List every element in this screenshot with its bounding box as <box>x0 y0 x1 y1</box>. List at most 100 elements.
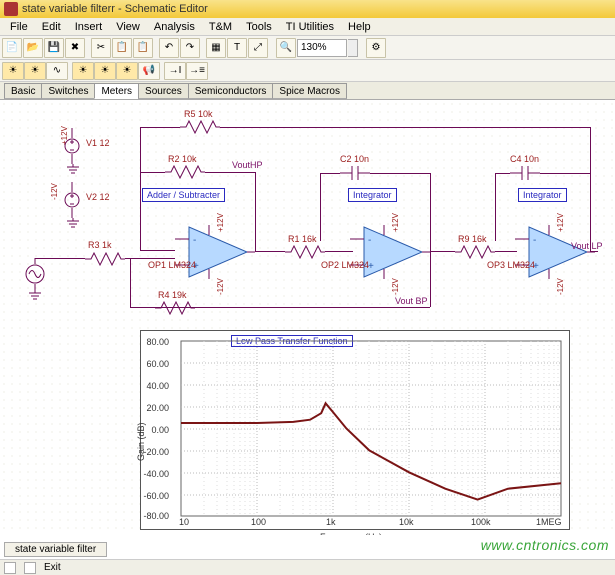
label-r9: R9 16k <box>458 234 487 244</box>
label-r5: R5 10k <box>184 109 213 119</box>
resistor-r3[interactable] <box>85 252 125 266</box>
toolbar-btn-6[interactable]: 📋 <box>112 38 132 58</box>
schematic-canvas[interactable]: +12V V1 12 -12V V2 12 R3 1k R5 10k R2 10… <box>0 100 615 535</box>
net-op3-p12: +12V <box>556 213 565 232</box>
net-op2-p12: +12V <box>391 213 400 232</box>
label-r1: R1 16k <box>288 234 317 244</box>
doc-tab[interactable]: state variable filter <box>4 542 107 557</box>
ana-btn-1[interactable]: ☀ <box>2 62 24 80</box>
toolbar-main: 📄 📂 💾 ✖ ✂ 📋 📋 ↶ ↷ ▦ T ⤢ 🔍 130% ⚙ <box>0 36 615 60</box>
app-icon <box>4 2 18 16</box>
source-sine[interactable] <box>24 258 46 293</box>
gnd-2 <box>66 218 80 231</box>
zoom-out-icon[interactable]: 🔍 <box>276 38 296 58</box>
vsrc-v2[interactable] <box>60 182 84 221</box>
ana-btn-3[interactable]: ∿ <box>46 62 68 80</box>
tab-switches[interactable]: Switches <box>41 83 95 99</box>
menu-analysis[interactable]: Analysis <box>148 20 201 34</box>
menu-bar: File Edit Insert View Analysis T&M Tools… <box>0 18 615 36</box>
resistor-r2[interactable] <box>165 165 205 179</box>
node-vouthp: VoutHP <box>232 160 263 170</box>
vsrc-v1[interactable] <box>60 128 84 167</box>
label-v2: V2 12 <box>86 192 110 202</box>
toolbar-btn-8[interactable]: ↶ <box>159 38 179 58</box>
label-op1: OP1 LM324 <box>148 260 196 270</box>
tab-sources[interactable]: Sources <box>138 83 189 99</box>
svg-text:-: - <box>533 235 536 246</box>
toolbar-btn-11[interactable]: T <box>227 38 247 58</box>
plot-area[interactable]: Low Pass Transfer Function 80.00 60.00 4… <box>140 330 570 530</box>
toolbar-btn-10[interactable]: ▦ <box>206 38 226 58</box>
menu-tools[interactable]: Tools <box>240 20 278 34</box>
opamp-op1[interactable]: - + <box>175 225 255 279</box>
toolbar-btn-5[interactable]: ✂ <box>91 38 111 58</box>
xlabel: Frequency (Hz) <box>320 532 382 535</box>
toolbar-btn-2[interactable]: 📂 <box>23 38 43 58</box>
node-voutbp: Vout BP <box>395 296 428 306</box>
menu-file[interactable]: File <box>4 20 34 34</box>
toolbar-analysis: ☀ ☀ ∿ ☀ ☀ ☀ 📢 →I →≡ <box>0 60 615 82</box>
watermark: www.cntronics.com <box>481 537 609 553</box>
zoom-level[interactable]: 130% <box>297 39 347 57</box>
cap-c2[interactable] <box>340 165 370 184</box>
net-op3-n12: -12V <box>556 278 565 295</box>
block-int2: Integrator <box>518 188 567 202</box>
label-r4: R4 19k <box>158 290 187 300</box>
opamp-op3[interactable]: - + <box>515 225 595 279</box>
net-op1-p12: +12V <box>216 213 225 232</box>
net-op1-n12: -12V <box>216 278 225 295</box>
menu-tm[interactable]: T&M <box>203 20 238 34</box>
window-title: state variable filterr - Schematic Edito… <box>22 3 208 15</box>
toolbar-btn-3[interactable]: 💾 <box>44 38 64 58</box>
tab-basic[interactable]: Basic <box>4 83 42 99</box>
ana-btn-6[interactable]: ☀ <box>116 62 138 80</box>
toolbar-btn-9[interactable]: ↷ <box>180 38 200 58</box>
zoom-dropdown-icon[interactable] <box>348 39 358 57</box>
component-tabstrip: Basic Switches Meters Sources Semiconduc… <box>0 82 615 100</box>
resistor-r9[interactable] <box>455 245 495 259</box>
resistor-r4[interactable] <box>155 301 195 315</box>
status-icon-2[interactable] <box>24 562 36 574</box>
net-n12v-top: -12V <box>50 183 59 200</box>
svg-text:-: - <box>193 235 196 246</box>
tab-meters[interactable]: Meters <box>94 83 139 99</box>
status-icon-1[interactable] <box>4 562 16 574</box>
tab-semiconductors[interactable]: Semiconductors <box>188 83 274 99</box>
toolbar-btn-1[interactable]: 📄 <box>2 38 22 58</box>
opamp-op2[interactable]: - + <box>350 225 430 279</box>
resistor-r1[interactable] <box>285 245 325 259</box>
menu-edit[interactable]: Edit <box>36 20 67 34</box>
cap-c4[interactable] <box>510 165 540 184</box>
toolbar-btn-13[interactable]: ⚙ <box>366 38 386 58</box>
ana-btn-7[interactable]: 📢 <box>138 62 160 80</box>
title-bar: state variable filterr - Schematic Edito… <box>0 0 615 18</box>
ana-btn-8[interactable]: →I <box>164 62 186 80</box>
toolbar-btn-7[interactable]: 📋 <box>133 38 153 58</box>
net-op2-n12: -12V <box>391 278 400 295</box>
ana-btn-2[interactable]: ☀ <box>24 62 46 80</box>
ana-btn-4[interactable]: ☀ <box>72 62 94 80</box>
ana-btn-9[interactable]: →≡ <box>186 62 208 80</box>
label-v1: V1 12 <box>86 138 110 148</box>
node-voutlp: Vout LP <box>571 241 603 251</box>
toolbar-btn-4[interactable]: ✖ <box>65 38 85 58</box>
svg-text:-: - <box>368 235 371 246</box>
block-int1: Integrator <box>348 188 397 202</box>
gnd-src <box>28 290 42 303</box>
menu-view[interactable]: View <box>110 20 146 34</box>
ana-btn-5[interactable]: ☀ <box>94 62 116 80</box>
label-op2: OP2 LM324 <box>321 260 369 270</box>
block-adder: Adder / Subtracter <box>142 188 225 202</box>
tab-spice-macros[interactable]: Spice Macros <box>272 83 347 99</box>
plot-svg <box>141 331 571 531</box>
gnd-1 <box>66 164 80 177</box>
menu-help[interactable]: Help <box>342 20 377 34</box>
resistor-r5[interactable] <box>180 120 220 134</box>
label-r2: R2 10k <box>168 154 197 164</box>
menu-insert[interactable]: Insert <box>69 20 109 34</box>
status-exit: Exit <box>44 562 61 573</box>
label-op3: OP3 LM324 <box>487 260 535 270</box>
toolbar-btn-12[interactable]: ⤢ <box>248 38 268 58</box>
status-bar: Exit <box>0 559 615 575</box>
menu-tiutil[interactable]: TI Utilities <box>280 20 340 34</box>
